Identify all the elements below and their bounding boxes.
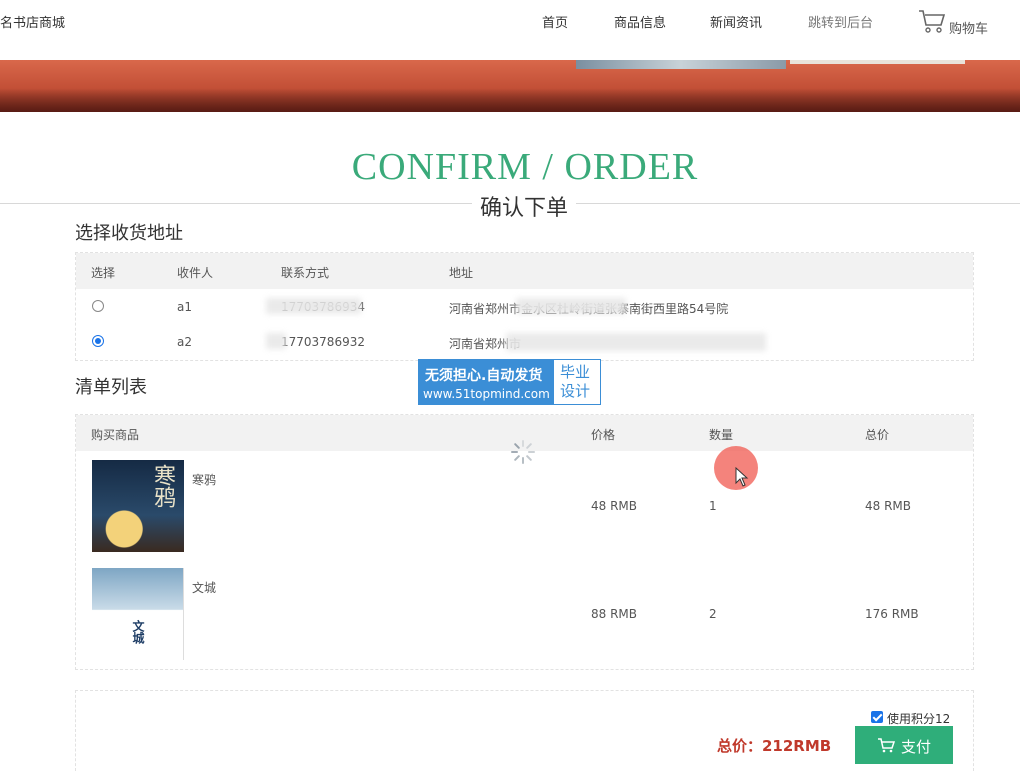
address-radio-2[interactable] — [92, 335, 104, 347]
privacy-blur — [266, 333, 286, 349]
checkout-panel — [75, 690, 974, 771]
privacy-blur — [506, 333, 766, 351]
address-table: 选择 收件人 联系方式 地址 a1 17703786934 河南省郑州市金水区杜… — [75, 252, 974, 361]
privacy-blur — [266, 298, 361, 314]
col-quantity: 数量 — [709, 428, 734, 442]
product-total: 48 RMB — [865, 499, 912, 513]
site-brand[interactable]: 名书店商城 — [0, 12, 65, 31]
address-table-header: 选择 收件人 联系方式 地址 — [76, 253, 973, 289]
pay-button[interactable]: 支付 — [855, 726, 953, 764]
col-recipient: 收件人 — [177, 266, 214, 280]
cart-icon — [878, 738, 895, 753]
banner-photo — [576, 60, 786, 69]
watermark-left: 无须担心.自动发货 www.51topmind.com — [419, 360, 554, 404]
list-section-title: 清单列表 — [75, 377, 147, 398]
watermark-badge: 无须担心.自动发货 www.51topmind.com 毕业设计 — [418, 359, 601, 405]
product-quantity: 1 — [709, 499, 717, 513]
col-select: 选择 — [91, 266, 116, 280]
watermark-right: 毕业设计 — [560, 363, 591, 400]
product-name[interactable]: 文城 — [192, 579, 216, 596]
mouse-cursor-icon — [735, 467, 749, 487]
col-contact: 联系方式 — [281, 266, 330, 280]
product-quantity: 2 — [709, 607, 717, 621]
watermark-line2: www.51topmind.com — [423, 387, 550, 401]
cart-label: 购物车 — [949, 22, 989, 37]
recipient-name: a1 — [177, 300, 192, 314]
points-checkbox[interactable] — [871, 711, 883, 723]
nav-admin[interactable]: 跳转到后台 — [808, 12, 873, 31]
cover-title: 文城 — [131, 620, 145, 644]
nav-products[interactable]: 商品信息 — [614, 12, 666, 31]
col-price: 价格 — [591, 428, 616, 442]
product-total: 176 RMB — [865, 607, 919, 621]
banner-shelf — [0, 88, 1020, 112]
recipient-phone: 17703786932 — [281, 335, 365, 349]
col-address: 地址 — [449, 266, 474, 280]
loading-spinner-icon — [511, 440, 535, 464]
privacy-blur — [516, 298, 626, 314]
product-price: 88 RMB — [591, 607, 638, 621]
book-cover[interactable]: 文城 — [92, 568, 184, 660]
banner-photo-2 — [790, 60, 965, 64]
page-title-cn: 确认下单 — [472, 190, 577, 222]
pay-label: 支付 — [901, 739, 932, 756]
order-total: 总价：212RMB — [717, 737, 832, 755]
product-name[interactable]: 寒鸦 — [192, 471, 216, 488]
address-section-title: 选择收货地址 — [75, 223, 183, 244]
banner-image — [0, 60, 1020, 112]
recipient-name: a2 — [177, 335, 192, 349]
nav-news[interactable]: 新闻资讯 — [710, 12, 762, 31]
points-label: 使用积分12 — [887, 712, 951, 726]
col-product: 购买商品 — [91, 428, 140, 442]
page-title-en: CONFIRM / ORDER — [351, 146, 699, 188]
watermark-line1: 无须担心.自动发货 — [425, 368, 543, 384]
top-header: 名书店商城 首页 商品信息 新闻资讯 跳转到后台 购物车 — [0, 0, 1020, 60]
nav-home[interactable]: 首页 — [542, 12, 568, 31]
col-total: 总价 — [865, 428, 890, 442]
product-price: 48 RMB — [591, 499, 638, 513]
cover-title: 寒鸦 — [150, 464, 175, 508]
book-cover[interactable]: 寒鸦 — [92, 460, 184, 552]
cart-icon — [919, 10, 946, 33]
address-radio-1[interactable] — [92, 300, 104, 312]
